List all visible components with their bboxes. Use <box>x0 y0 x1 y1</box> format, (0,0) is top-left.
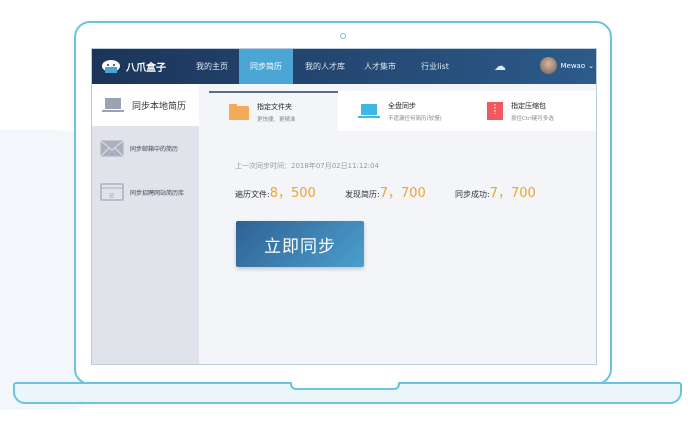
username: Mewao <box>560 61 586 70</box>
tab-title: 指定文件夹 <box>257 102 292 111</box>
avatar <box>540 57 558 74</box>
sync-mode-tabs: 指定文件夹更快捷、更精准 全盘同步不遗漏任何简历(较慢) 指定压缩包按住Ctrl… <box>209 91 596 131</box>
sidebar: 同步本地简历 同步邮箱中的简历 e 同步招聘网站简历库 <box>92 84 199 364</box>
stat-value: 7，700 <box>489 186 536 201</box>
stat-success: 同步成功:7，700 <box>455 182 565 201</box>
stat-label: 发现简历: <box>345 190 380 199</box>
nav-sync-resume[interactable]: 同步简历 <box>239 49 293 84</box>
user-menu[interactable]: Mewao ⌄ <box>540 57 594 74</box>
top-nav: 八爪盒子 我的主页 同步简历 我的人才库 人才集市 行业list ☁ Mewao… <box>92 49 596 84</box>
svg-text:e: e <box>109 191 115 201</box>
nav-talent-market[interactable]: 人才集市 <box>355 49 405 84</box>
stat-files: 遍历文件:8，500 <box>235 182 345 201</box>
logo-icon <box>102 60 120 73</box>
nav-industry-list[interactable]: 行业list <box>410 49 460 84</box>
stat-value: 8，500 <box>269 186 316 201</box>
stat-label: 同步成功: <box>455 190 490 199</box>
sidebar-item-label: 同步邮箱中的简历 <box>130 145 179 153</box>
tab-subtitle: 更快捷、更精准 <box>257 116 296 123</box>
nav-home[interactable]: 我的主页 <box>187 49 237 84</box>
tab-title: 指定压缩包 <box>511 101 546 110</box>
sidebar-item-job-sites[interactable]: e 同步招聘网站简历库 <box>92 170 199 214</box>
chevron-down-icon: ⌄ <box>588 61 594 70</box>
stat-label: 遍历文件: <box>235 190 270 199</box>
sidebar-item-email[interactable]: 同步邮箱中的简历 <box>92 126 199 170</box>
tab-subtitle: 不遗漏任何简历(较慢) <box>388 115 442 122</box>
app-screen: 八爪盒子 我的主页 同步简历 我的人才库 人才集市 行业list ☁ Mewao… <box>91 48 597 365</box>
stat-value: 7，700 <box>379 186 426 201</box>
stat-found: 发现简历:7，700 <box>345 182 455 201</box>
laptop-icon <box>102 98 124 112</box>
tab-folder[interactable]: 指定文件夹更快捷、更精准 <box>209 91 338 131</box>
tab-full-disk[interactable]: 全盘同步不遗漏任何简历(较慢) <box>338 91 467 131</box>
nav-talent-pool[interactable]: 我的人才库 <box>297 49 353 84</box>
tab-title: 全盘同步 <box>388 101 416 110</box>
sidebar-item-label: 同步本地简历 <box>132 101 187 112</box>
laptop-notch <box>290 382 400 390</box>
laptop-icon <box>358 104 380 118</box>
folder-icon <box>229 104 249 120</box>
camera-icon <box>340 33 346 39</box>
tab-archive[interactable]: 指定压缩包按住Ctrl键可多选 <box>467 91 596 131</box>
cloud-icon[interactable]: ☁ <box>490 49 510 84</box>
tab-subtitle: 按住Ctrl键可多选 <box>511 115 554 122</box>
mail-icon <box>100 140 124 156</box>
sync-now-button[interactable]: 立即同步 <box>236 221 364 267</box>
logo[interactable]: 八爪盒子 <box>100 58 166 74</box>
sidebar-item-label: 同步招聘网站简历库 <box>130 189 185 197</box>
browser-icon: e <box>100 183 124 201</box>
zip-icon <box>487 102 503 120</box>
sidebar-item-local[interactable]: 同步本地简历 <box>92 84 199 126</box>
app-name: 八爪盒子 <box>126 62 166 74</box>
last-sync-time: 上一次同步时间：2018年07月02日11:12:04 <box>235 162 380 170</box>
sync-stats: 遍历文件:8，500 发现简历:7，700 同步成功:7，700 <box>235 182 565 201</box>
